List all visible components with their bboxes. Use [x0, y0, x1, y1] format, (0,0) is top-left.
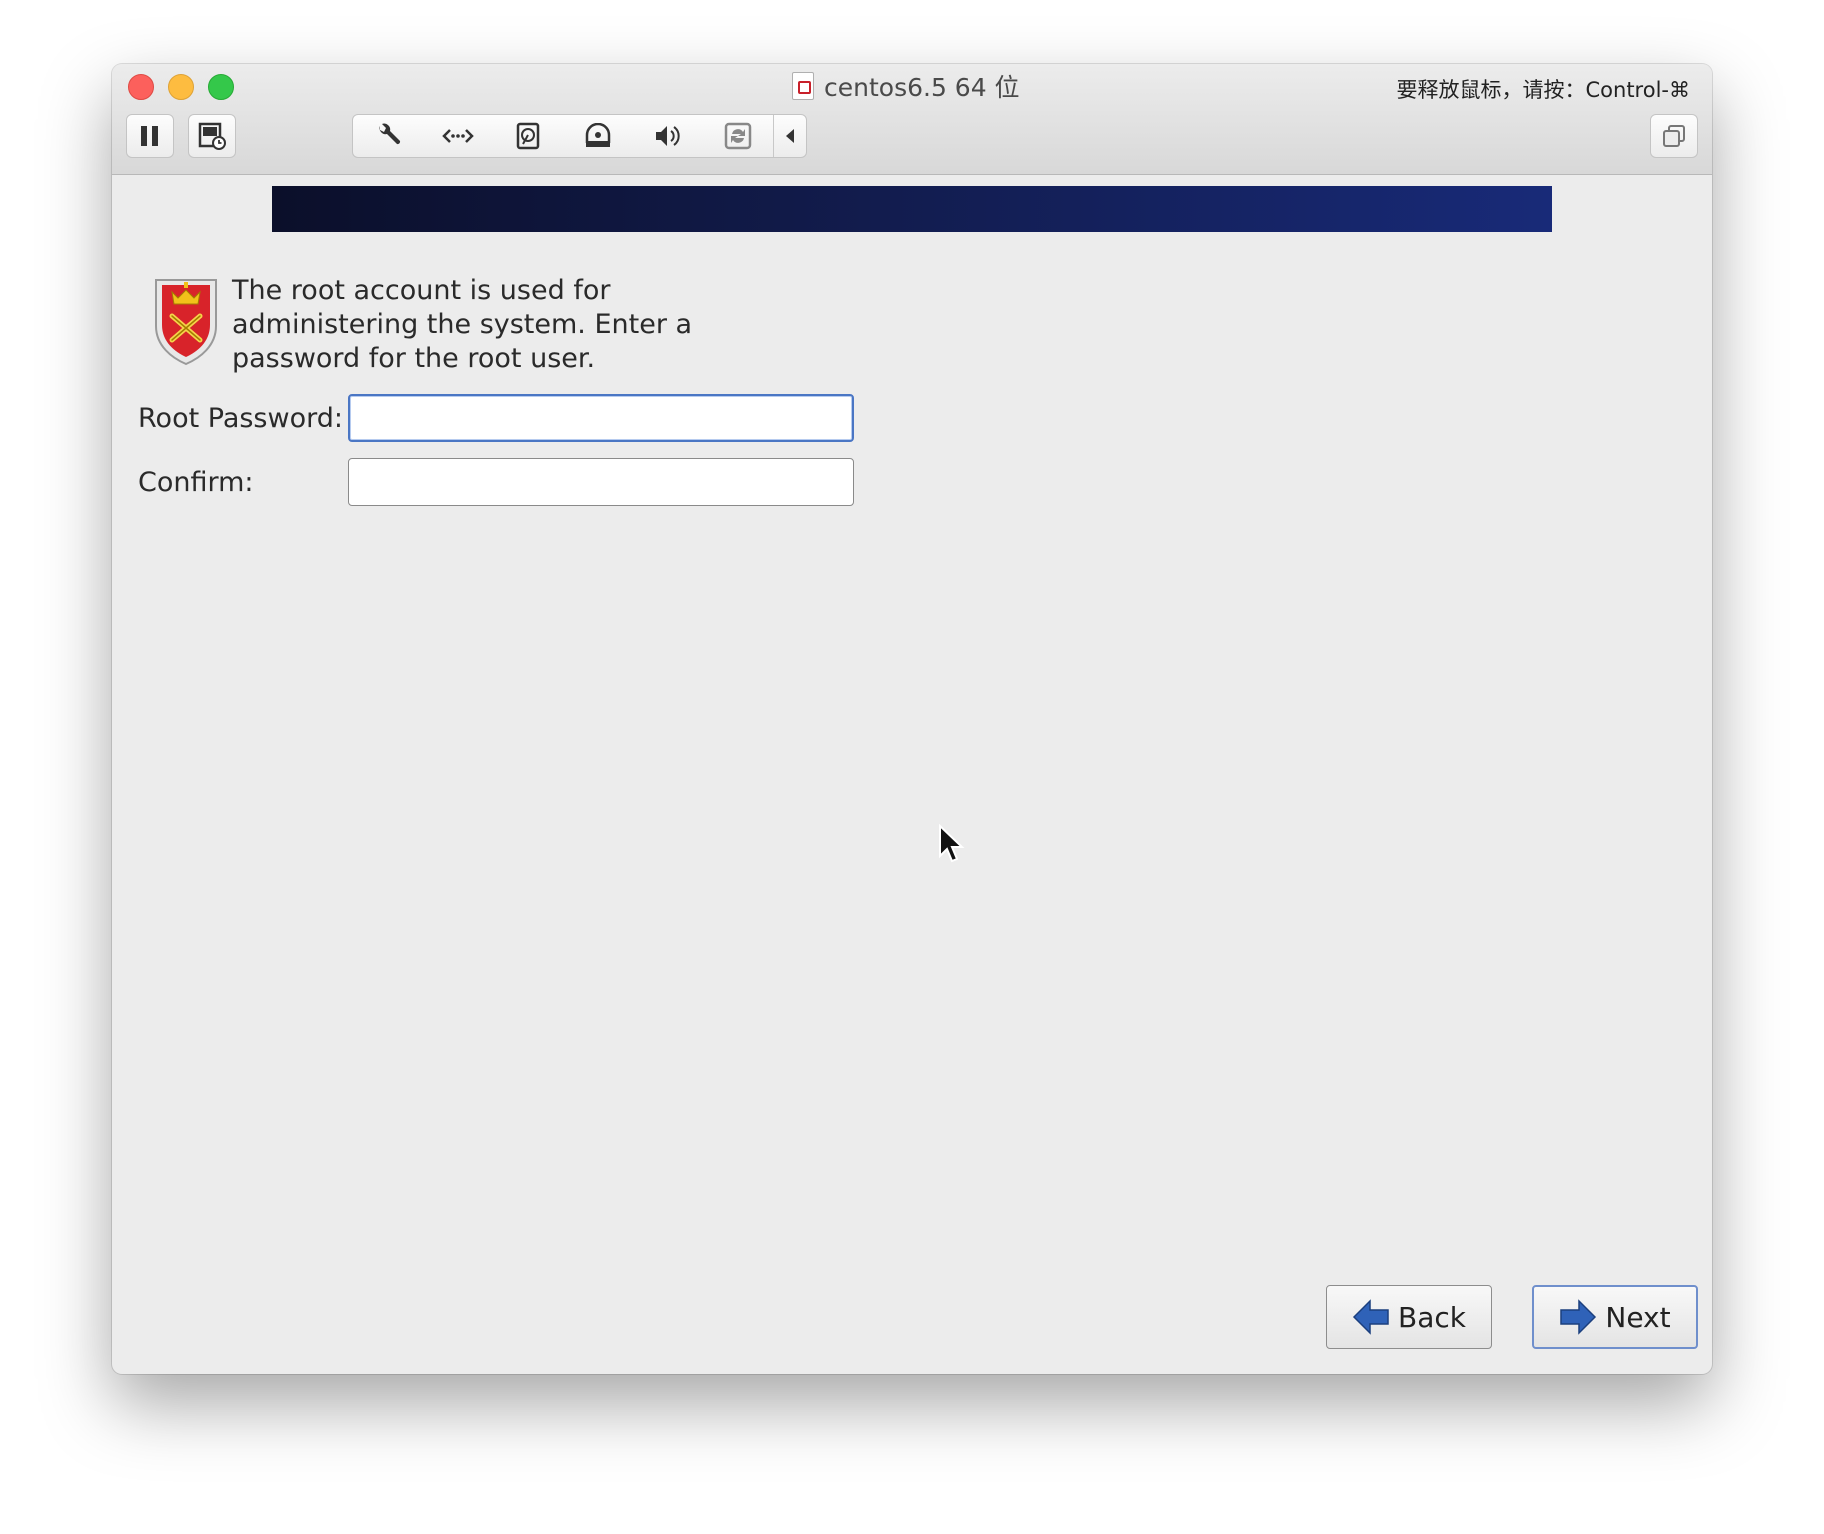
pause-icon: [141, 126, 158, 146]
fullscreen-button[interactable]: [1650, 114, 1698, 158]
network-icon: [442, 129, 474, 143]
collapse-arrow-icon: [786, 129, 794, 143]
confirm-password-row: Confirm:: [138, 458, 854, 506]
release-mouse-hint: 要释放鼠标，请按：Control-⌘: [1396, 78, 1691, 102]
usb-sync-icon: [724, 122, 752, 150]
confirm-password-input[interactable]: [348, 458, 854, 506]
title-bar: centos6.5 64 位 要释放鼠标，请按：Control-⌘: [112, 64, 1712, 175]
hard-disk-icon: [516, 122, 540, 150]
close-window-button[interactable]: [128, 74, 154, 100]
sound-icon: [656, 126, 680, 146]
root-password-row: Root Password:: [138, 394, 854, 442]
back-button-label: Back: [1398, 1300, 1466, 1334]
device-toolbar: [352, 114, 807, 158]
next-arrow-icon: [1560, 1299, 1597, 1335]
back-button[interactable]: Back: [1326, 1285, 1492, 1349]
vm-document-icon: [792, 72, 814, 100]
network-button[interactable]: [423, 115, 493, 157]
next-button[interactable]: Next: [1532, 1285, 1698, 1349]
vm-window: centos6.5 64 位 要释放鼠标，请按：Control-⌘ The ro…: [112, 64, 1712, 1374]
security-shield-icon: [155, 279, 217, 366]
window-title: centos6.5 64 位: [792, 70, 1020, 102]
root-password-label: Root Password:: [138, 402, 343, 434]
collapse-toolbar-button[interactable]: [773, 115, 806, 157]
pause-button[interactable]: [126, 114, 174, 158]
installer-header-banner: [272, 186, 1552, 232]
sound-button[interactable]: [633, 115, 703, 157]
cd-dvd-icon: [585, 123, 611, 147]
settings-button[interactable]: [353, 115, 423, 157]
snapshot-icon: [198, 122, 226, 150]
fullscreen-icon: [1663, 125, 1685, 147]
back-arrow-icon: [1352, 1299, 1389, 1335]
desktop-background: centos6.5 64 位 要释放鼠标，请按：Control-⌘ The ro…: [0, 0, 1824, 1534]
minimize-window-button[interactable]: [168, 74, 194, 100]
intro-section: The root account is used for administeri…: [150, 274, 802, 376]
intro-text: The root account is used for administeri…: [232, 275, 693, 374]
root-password-input[interactable]: [348, 394, 854, 442]
zoom-window-button[interactable]: [208, 74, 234, 100]
snapshot-button[interactable]: [188, 114, 236, 158]
cd-dvd-button[interactable]: [563, 115, 633, 157]
mouse-pointer-icon: [939, 824, 965, 863]
hard-disk-button[interactable]: [493, 115, 563, 157]
confirm-label: Confirm:: [138, 466, 254, 498]
window-title-text: centos6.5 64 位: [824, 73, 1020, 102]
usb-button[interactable]: [703, 115, 773, 157]
settings-wrench-icon: [379, 123, 401, 145]
next-button-label: Next: [1605, 1300, 1671, 1334]
